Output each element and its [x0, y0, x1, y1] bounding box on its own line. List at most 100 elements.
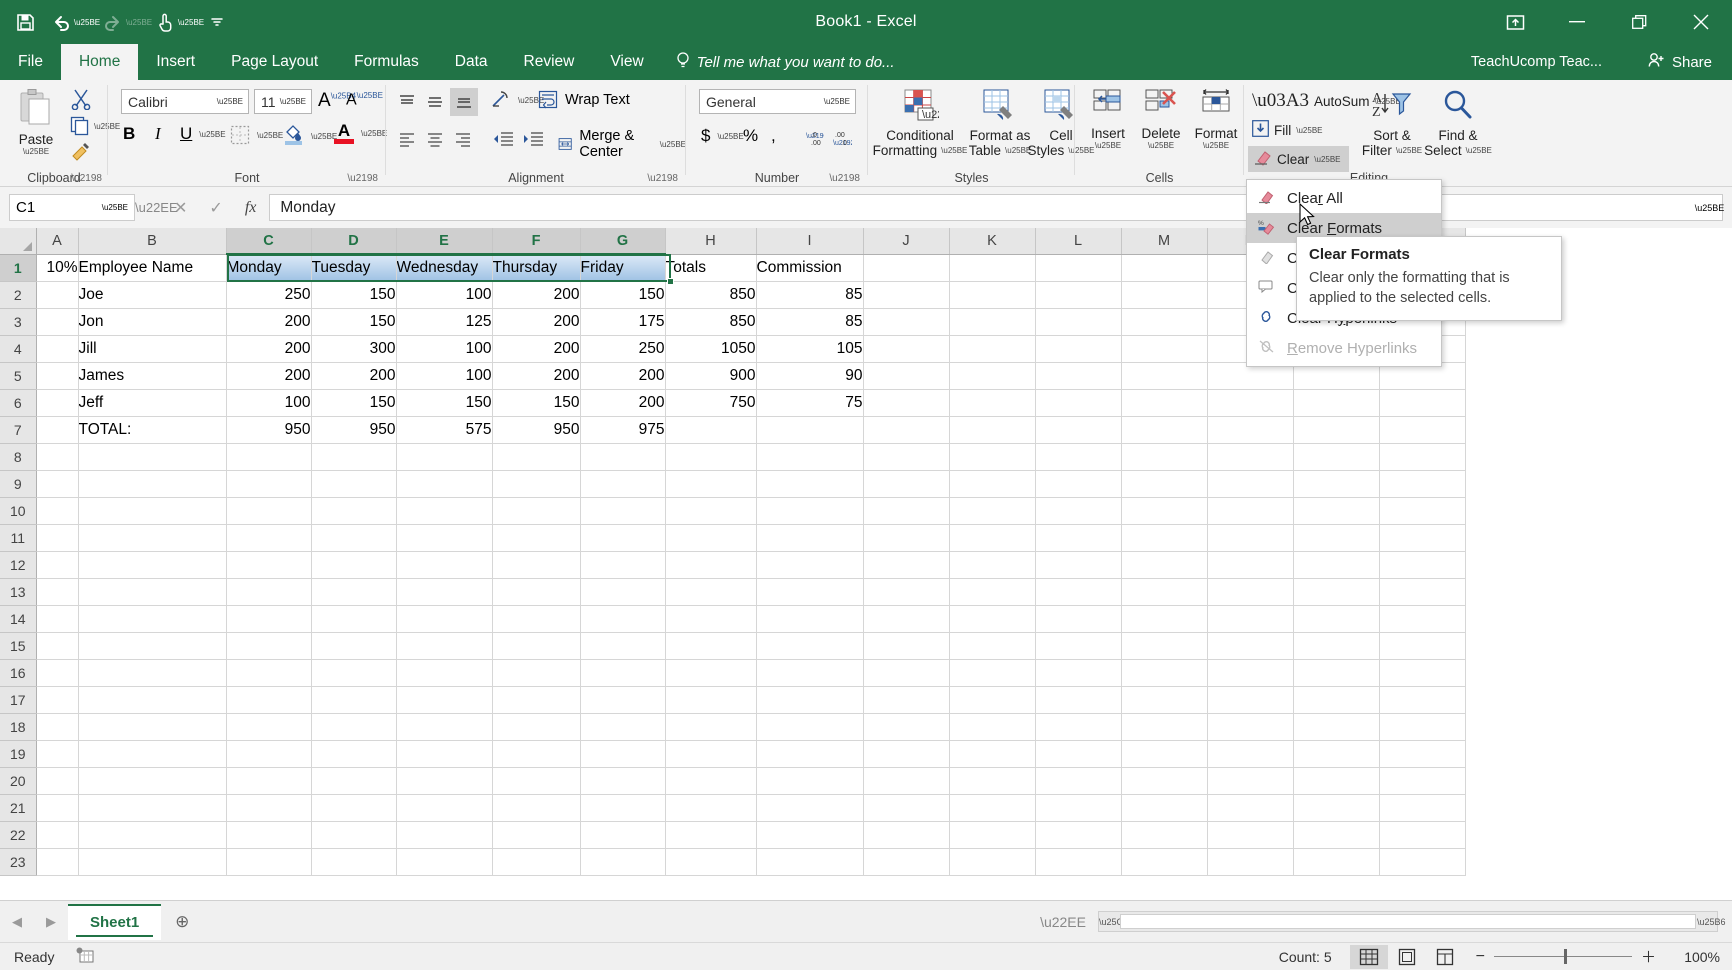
cell-E8[interactable] — [396, 443, 492, 470]
cell-N9[interactable] — [1207, 470, 1293, 497]
select-all-corner[interactable] — [0, 228, 36, 254]
cell-M1[interactable] — [1121, 254, 1207, 281]
cell-B18[interactable] — [78, 713, 226, 740]
cell-K3[interactable] — [949, 308, 1035, 335]
cell-B8[interactable] — [78, 443, 226, 470]
cell-D16[interactable] — [311, 659, 396, 686]
clipboard-dialog-launcher[interactable]: \u2198 — [71, 173, 102, 184]
cell-M4[interactable] — [1121, 335, 1207, 362]
accounting-format-button[interactable]: $ \u25BE — [701, 126, 744, 146]
cell-J10[interactable] — [863, 497, 949, 524]
cell-F15[interactable] — [492, 632, 580, 659]
cell-M20[interactable] — [1121, 767, 1207, 794]
align-top-icon[interactable] — [394, 90, 420, 114]
cell-N15[interactable] — [1207, 632, 1293, 659]
cell-J22[interactable] — [863, 821, 949, 848]
cell-G7[interactable]: 975 — [580, 416, 665, 443]
cell-P15[interactable] — [1379, 632, 1465, 659]
cell-A23[interactable] — [36, 848, 78, 875]
cell-E1[interactable]: Wednesday — [396, 254, 492, 281]
font-color-button[interactable]: A \u25BE — [334, 122, 387, 144]
cell-H22[interactable] — [665, 821, 756, 848]
cell-N7[interactable] — [1207, 416, 1293, 443]
column-header-b[interactable]: B — [78, 228, 226, 254]
cell-N18[interactable] — [1207, 713, 1293, 740]
column-header-l[interactable]: L — [1035, 228, 1121, 254]
cell-H12[interactable] — [665, 551, 756, 578]
cell-C23[interactable] — [226, 848, 311, 875]
cell-P20[interactable] — [1379, 767, 1465, 794]
cell-G8[interactable] — [580, 443, 665, 470]
cell-I7[interactable] — [756, 416, 863, 443]
font-name-input[interactable]: Calibri \u25BE — [121, 89, 249, 114]
cell-K19[interactable] — [949, 740, 1035, 767]
cell-G15[interactable] — [580, 632, 665, 659]
cell-L5[interactable] — [1035, 362, 1121, 389]
cell-K4[interactable] — [949, 335, 1035, 362]
cell-E23[interactable] — [396, 848, 492, 875]
cell-F3[interactable]: 200 — [492, 308, 580, 335]
cell-J9[interactable] — [863, 470, 949, 497]
number-format-select[interactable]: General \u25BE — [699, 89, 856, 114]
cell-O7[interactable] — [1293, 416, 1379, 443]
column-header-m[interactable]: M — [1121, 228, 1207, 254]
cell-I17[interactable] — [756, 686, 863, 713]
cell-N13[interactable] — [1207, 578, 1293, 605]
cell-D6[interactable]: 150 — [311, 389, 396, 416]
cell-H21[interactable] — [665, 794, 756, 821]
cell-C2[interactable]: 250 — [226, 281, 311, 308]
cell-G23[interactable] — [580, 848, 665, 875]
cell-L23[interactable] — [1035, 848, 1121, 875]
cell-I22[interactable] — [756, 821, 863, 848]
cell-A16[interactable] — [36, 659, 78, 686]
cell-M5[interactable] — [1121, 362, 1207, 389]
increase-decimal-button[interactable]: .00\u2192.0 — [830, 130, 852, 153]
cell-P14[interactable] — [1379, 605, 1465, 632]
cell-G13[interactable] — [580, 578, 665, 605]
cell-C7[interactable]: 950 — [226, 416, 311, 443]
cell-J23[interactable] — [863, 848, 949, 875]
scroll-right-icon[interactable]: \u25B6 — [1697, 917, 1717, 927]
cell-M6[interactable] — [1121, 389, 1207, 416]
font-dialog-launcher[interactable]: \u2198 — [347, 173, 378, 184]
cell-F21[interactable] — [492, 794, 580, 821]
horizontal-scroll-thumb[interactable] — [1120, 914, 1696, 929]
cell-H7[interactable] — [665, 416, 756, 443]
cell-H5[interactable]: 900 — [665, 362, 756, 389]
wrap-text-button[interactable]: Wrap Text — [538, 90, 630, 109]
cell-O17[interactable] — [1293, 686, 1379, 713]
cell-L19[interactable] — [1035, 740, 1121, 767]
cell-D14[interactable] — [311, 605, 396, 632]
cell-P10[interactable] — [1379, 497, 1465, 524]
underline-button[interactable]: U\u25BE — [180, 124, 226, 144]
cell-O11[interactable] — [1293, 524, 1379, 551]
cell-F6[interactable]: 150 — [492, 389, 580, 416]
cell-B6[interactable]: Jeff — [78, 389, 226, 416]
cell-M21[interactable] — [1121, 794, 1207, 821]
row-header-15[interactable]: 15 — [0, 632, 36, 659]
cell-O22[interactable] — [1293, 821, 1379, 848]
cell-C16[interactable] — [226, 659, 311, 686]
cell-K11[interactable] — [949, 524, 1035, 551]
cell-H8[interactable] — [665, 443, 756, 470]
zoom-in-icon[interactable]: ＋ — [1641, 946, 1656, 967]
cell-B23[interactable] — [78, 848, 226, 875]
cell-E11[interactable] — [396, 524, 492, 551]
zoom-slider[interactable]: − ＋ — [1476, 946, 1656, 967]
cell-L18[interactable] — [1035, 713, 1121, 740]
cell-P16[interactable] — [1379, 659, 1465, 686]
row-header-2[interactable]: 2 — [0, 281, 36, 308]
cell-K7[interactable] — [949, 416, 1035, 443]
font-name-dropdown-icon[interactable]: \u25BE — [217, 97, 243, 106]
cell-I5[interactable]: 90 — [756, 362, 863, 389]
cell-J20[interactable] — [863, 767, 949, 794]
merge-center-button[interactable]: Merge & Center \u25BE — [558, 128, 686, 160]
cell-I14[interactable] — [756, 605, 863, 632]
cell-G22[interactable] — [580, 821, 665, 848]
cell-O8[interactable] — [1293, 443, 1379, 470]
comma-style-button[interactable]: , — [771, 126, 776, 146]
cell-B3[interactable]: Jon — [78, 308, 226, 335]
row-header-10[interactable]: 10 — [0, 497, 36, 524]
cell-M8[interactable] — [1121, 443, 1207, 470]
cell-K14[interactable] — [949, 605, 1035, 632]
